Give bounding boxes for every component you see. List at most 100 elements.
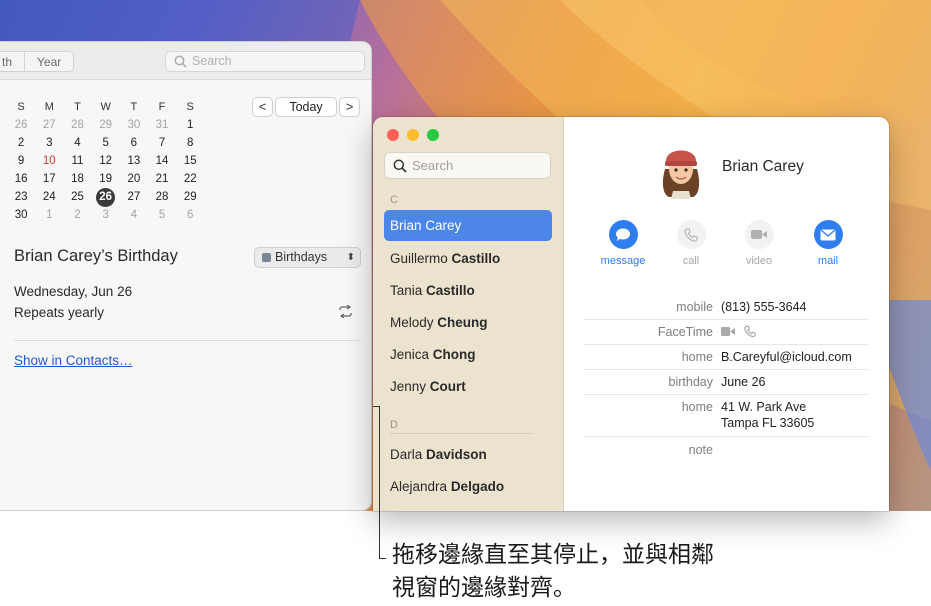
mail-action[interactable]: mail [798,220,858,267]
call-action[interactable]: call [661,220,721,267]
day-cell[interactable]: 6 [176,206,204,224]
contact-row-darla-davidson[interactable]: Darla Davidson [384,439,552,470]
day-cell[interactable]: 5 [92,134,120,152]
day-cell[interactable]: 25 [63,188,91,206]
contact-row-alejandra-delgado[interactable]: Alejandra Delgado [384,471,552,502]
zoom-button[interactable] [427,129,439,141]
day-cell[interactable]: 1 [35,206,63,224]
day-cell[interactable]: 17 [35,170,63,188]
day-cell[interactable]: 2 [7,134,35,152]
video-action[interactable]: video [729,220,789,267]
day-cell[interactable]: 4 [63,134,91,152]
facetime-video-icon[interactable] [721,326,735,337]
calendar-search-placeholder: Search [192,54,232,68]
mobile-value[interactable]: (813) 555-3644 [721,300,806,314]
contact-first-name: Guillermo [390,251,448,266]
birthday-value[interactable]: June 26 [721,375,765,389]
calendar-search-input[interactable]: Search [165,51,365,72]
tab-year[interactable]: Year [24,52,73,71]
section-divider [390,433,533,434]
day-cell[interactable]: 19 [92,170,120,188]
previous-month-button[interactable]: < [252,97,273,117]
day-cell[interactable]: 20 [120,170,148,188]
day-cell[interactable]: 6 [120,134,148,152]
week-row: 9 10 11 12 13 14 15 [7,152,207,170]
day-cell[interactable]: 13 [120,152,148,170]
contact-first-name: Alejandra [390,479,448,494]
day-cell[interactable]: 11 [63,152,91,170]
day-cell[interactable]: 29 [176,188,204,206]
contact-row-jenny-court[interactable]: Jenny Court [384,371,552,402]
field-divider [584,344,869,345]
address-line-2[interactable]: Tampa FL 33605 [721,416,814,430]
day-cell[interactable]: 5 [148,206,176,224]
next-month-button[interactable]: > [339,97,360,117]
weekday-label: W [100,101,111,113]
contact-last-name: Court [429,379,466,394]
divider [14,340,361,341]
calendar-popup-button[interactable]: Birthdays ⬍ [254,247,361,268]
day-cell-today[interactable]: 10 [35,152,63,170]
day-cell[interactable]: 22 [176,170,204,188]
day-cell[interactable]: 1 [176,116,204,134]
minimize-button[interactable] [407,129,419,141]
field-divider [584,394,869,395]
day-cell[interactable]: 29 [92,116,120,134]
day-cell[interactable]: 8 [176,134,204,152]
day-cell[interactable]: 4 [120,206,148,224]
day-cell[interactable]: 28 [63,116,91,134]
phone-icon [676,220,706,249]
day-cell[interactable]: 23 [7,188,35,206]
contact-row-jenica-chong[interactable]: Jenica Chong [384,339,552,370]
search-icon [393,159,407,173]
day-cell[interactable]: 16 [7,170,35,188]
day-cell-selected[interactable]: 26 [92,188,120,207]
address-line-1[interactable]: 41 W. Park Ave [721,400,806,414]
day-cell[interactable]: 18 [63,170,91,188]
mail-icon [813,220,843,249]
day-cell[interactable]: 30 [7,206,35,224]
selected-day-number: 26 [96,188,116,207]
day-cell[interactable]: 3 [92,206,120,224]
day-cell[interactable]: 27 [35,116,63,134]
day-cell[interactable]: 21 [148,170,176,188]
contact-name: Brian Carey [722,158,804,175]
contact-row-guillermo-castillo[interactable]: Guillermo Castillo [384,243,552,274]
show-in-contacts-link[interactable]: Show in Contacts… [14,353,133,368]
calendar-window: th Year Search S M T W T F S 26 27 28 29… [0,41,372,511]
contact-last-name: Davidson [426,447,487,462]
facetime-audio-icon[interactable] [744,325,756,338]
day-cell[interactable]: 30 [120,116,148,134]
week-row: 23 24 25 26 27 28 29 [7,188,207,207]
day-cell[interactable]: 14 [148,152,176,170]
field-divider [584,369,869,370]
home-email-value[interactable]: B.Careyful@icloud.com [721,350,852,364]
week-row: 30 1 2 3 4 5 6 [7,206,207,224]
contact-row-tania-castillo[interactable]: Tania Castillo [384,275,552,306]
day-cell[interactable]: 7 [148,134,176,152]
day-cell[interactable]: 28 [148,188,176,206]
tab-month[interactable]: th [0,52,24,71]
contact-first-name: Melody [390,315,434,330]
video-label: video [745,255,773,267]
mobile-label: mobile [676,300,713,314]
contact-row-melody-cheung[interactable]: Melody Cheung [384,307,552,338]
day-cell[interactable]: 24 [35,188,63,206]
contacts-search-input[interactable]: Search [384,152,551,179]
day-cell[interactable]: 27 [120,188,148,206]
close-button[interactable] [387,129,399,141]
day-cell[interactable]: 9 [7,152,35,170]
day-cell[interactable]: 15 [176,152,204,170]
day-cell[interactable]: 31 [148,116,176,134]
day-cell[interactable]: 3 [35,134,63,152]
day-cell[interactable]: 2 [63,206,91,224]
event-repeat: Repeats yearly [14,305,105,320]
today-button[interactable]: Today [275,97,337,117]
contact-row-brian-carey[interactable]: Brian Carey [384,210,552,241]
calendar-name: Birthdays [275,250,328,264]
video-icon [744,220,774,249]
message-action[interactable]: message [593,220,653,267]
day-cell[interactable]: 26 [7,116,35,134]
day-cell[interactable]: 12 [92,152,120,170]
weekday-label: S [17,101,25,113]
